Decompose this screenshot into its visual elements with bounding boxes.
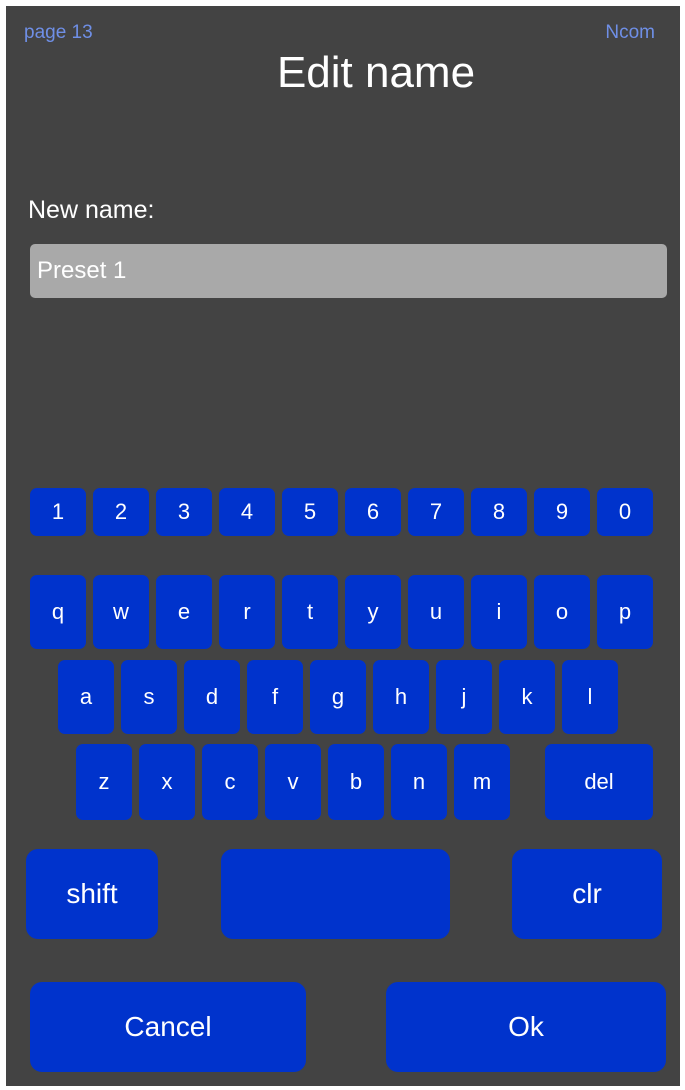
ok-button[interactable]: Ok xyxy=(386,982,666,1072)
key-5[interactable]: 5 xyxy=(282,488,338,536)
key-x[interactable]: x xyxy=(139,744,195,820)
new-name-label: New name: xyxy=(28,196,155,224)
key-r[interactable]: r xyxy=(219,575,275,649)
key-h[interactable]: h xyxy=(373,660,429,734)
key-3[interactable]: 3 xyxy=(156,488,212,536)
key-m[interactable]: m xyxy=(454,744,510,820)
key-u[interactable]: u xyxy=(408,575,464,649)
key-a[interactable]: a xyxy=(58,660,114,734)
key-e[interactable]: e xyxy=(156,575,212,649)
key-z[interactable]: z xyxy=(76,744,132,820)
page-number-label: page 13 xyxy=(24,22,93,43)
key-n[interactable]: n xyxy=(391,744,447,820)
key-f[interactable]: f xyxy=(247,660,303,734)
key-t[interactable]: t xyxy=(282,575,338,649)
edit-name-screen: page 13 Ncom Edit name New name: 1234567… xyxy=(6,6,680,1086)
name-input[interactable] xyxy=(30,244,667,298)
page-title: Edit name xyxy=(276,48,476,97)
brand-label: Ncom xyxy=(605,22,655,43)
key-2[interactable]: 2 xyxy=(93,488,149,536)
key-9[interactable]: 9 xyxy=(534,488,590,536)
key-v[interactable]: v xyxy=(265,744,321,820)
key-w[interactable]: w xyxy=(93,575,149,649)
key-c[interactable]: c xyxy=(202,744,258,820)
key-6[interactable]: 6 xyxy=(345,488,401,536)
key-4[interactable]: 4 xyxy=(219,488,275,536)
key-p[interactable]: p xyxy=(597,575,653,649)
cancel-button[interactable]: Cancel xyxy=(30,982,306,1072)
key-o[interactable]: o xyxy=(534,575,590,649)
key-g[interactable]: g xyxy=(310,660,366,734)
key-0[interactable]: 0 xyxy=(597,488,653,536)
key-d[interactable]: d xyxy=(184,660,240,734)
shift-key[interactable]: shift xyxy=(26,849,158,939)
key-y[interactable]: y xyxy=(345,575,401,649)
key-b[interactable]: b xyxy=(328,744,384,820)
key-k[interactable]: k xyxy=(499,660,555,734)
delete-key[interactable]: del xyxy=(545,744,653,820)
space-key[interactable] xyxy=(221,849,450,939)
key-1[interactable]: 1 xyxy=(30,488,86,536)
key-8[interactable]: 8 xyxy=(471,488,527,536)
key-s[interactable]: s xyxy=(121,660,177,734)
key-7[interactable]: 7 xyxy=(408,488,464,536)
key-j[interactable]: j xyxy=(436,660,492,734)
key-l[interactable]: l xyxy=(562,660,618,734)
clear-key[interactable]: clr xyxy=(512,849,662,939)
key-i[interactable]: i xyxy=(471,575,527,649)
key-q[interactable]: q xyxy=(30,575,86,649)
